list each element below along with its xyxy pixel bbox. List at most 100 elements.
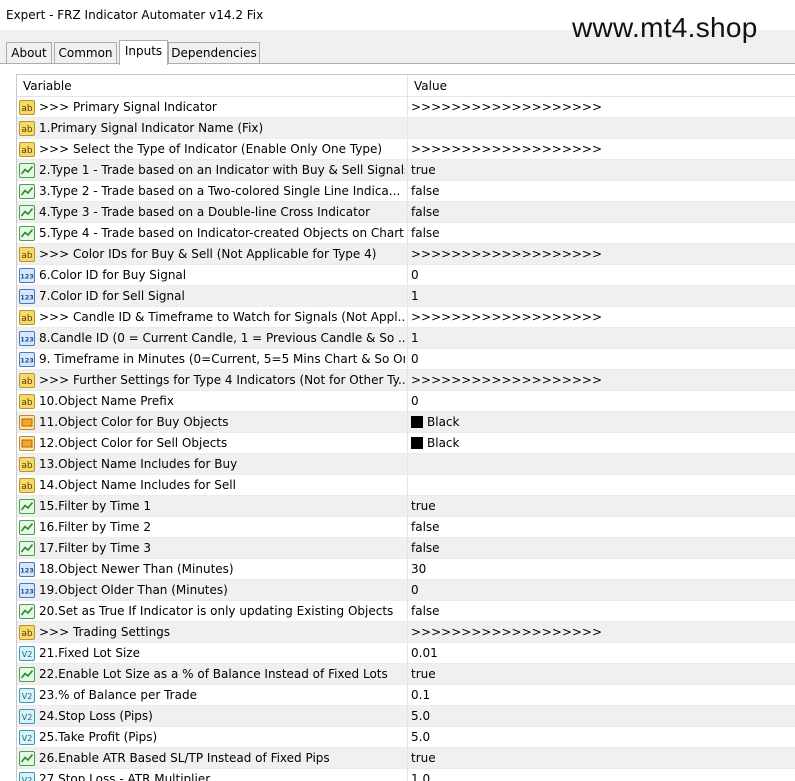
variable-value[interactable]: Black	[411, 436, 459, 450]
variable-value[interactable]: >>>>>>>>>>>>>>>>>>>	[411, 100, 602, 114]
table-row[interactable]: 123 7.Color ID for Sell Signal 1	[17, 286, 795, 307]
variable-name: 25.Take Profit (Pips)	[39, 730, 158, 744]
variable-value[interactable]: 0	[411, 352, 419, 366]
svg-text:ab: ab	[21, 377, 33, 387]
variable-name: 23.% of Balance per Trade	[39, 688, 197, 702]
table-row[interactable]: 26.Enable ATR Based SL/TP Instead of Fix…	[17, 748, 795, 769]
value-text: 1	[411, 289, 419, 303]
table-row[interactable]: 16.Filter by Time 2 false	[17, 517, 795, 538]
variable-value[interactable]: 0.1	[411, 688, 430, 702]
cell-divider	[407, 370, 408, 391]
variable-value[interactable]: 1	[411, 289, 419, 303]
table-row[interactable]: ab >>> Select the Type of Indicator (Enab…	[17, 139, 795, 160]
table-row[interactable]: V2 23.% of Balance per Trade 0.1	[17, 685, 795, 706]
table-row[interactable]: 123 8.Candle ID (0 = Current Candle, 1 = …	[17, 328, 795, 349]
value-text: 1	[411, 331, 419, 345]
variable-value[interactable]: 0	[411, 583, 419, 597]
table-row[interactable]: 123 6.Color ID for Buy Signal 0	[17, 265, 795, 286]
variable-value[interactable]: 1.0	[411, 772, 430, 781]
string-icon: ab	[19, 121, 35, 136]
variable-value[interactable]: 0.01	[411, 646, 438, 660]
variable-value[interactable]: false	[411, 604, 440, 618]
boolean-icon	[19, 184, 35, 199]
table-row[interactable]: 12.Object Color for Sell Objects Black	[17, 433, 795, 454]
variable-value[interactable]: >>>>>>>>>>>>>>>>>>>	[411, 247, 602, 261]
table-row[interactable]: 123 19.Object Older Than (Minutes) 0	[17, 580, 795, 601]
table-row[interactable]: ab >>> Candle ID & Timeframe to Watch for…	[17, 307, 795, 328]
table-row[interactable]: 4.Type 3 - Trade based on a Double-line …	[17, 202, 795, 223]
variable-value[interactable]: 5.0	[411, 709, 430, 723]
string-icon: ab	[19, 247, 35, 262]
value-text: 0.01	[411, 646, 438, 660]
table-row[interactable]: 17.Filter by Time 3 false	[17, 538, 795, 559]
cell-divider	[407, 496, 408, 517]
table-row[interactable]: ab 14.Object Name Includes for Sell	[17, 475, 795, 496]
table-row[interactable]: 2.Type 1 - Trade based on an Indicator w…	[17, 160, 795, 181]
variable-value[interactable]: true	[411, 163, 436, 177]
column-header-value[interactable]: Value	[414, 79, 447, 93]
tab-common[interactable]: Common	[54, 42, 117, 64]
variable-value[interactable]: Black	[411, 415, 459, 429]
variable-value[interactable]: false	[411, 520, 440, 534]
table-row[interactable]: 22.Enable Lot Size as a % of Balance Ins…	[17, 664, 795, 685]
table-row[interactable]: 3.Type 2 - Trade based on a Two-colored …	[17, 181, 795, 202]
tab-about[interactable]: About	[6, 42, 52, 64]
variable-value[interactable]: true	[411, 751, 436, 765]
table-row[interactable]: ab >>> Trading Settings >>>>>>>>>>>>>>>>>>…	[17, 622, 795, 643]
value-text: 0	[411, 268, 419, 282]
double-icon: V2	[19, 646, 35, 661]
color-swatch	[411, 437, 423, 449]
table-row[interactable]: 123 18.Object Newer Than (Minutes) 30	[17, 559, 795, 580]
column-divider[interactable]	[407, 75, 408, 97]
variable-value[interactable]: 0	[411, 268, 419, 282]
variable-value[interactable]: 5.0	[411, 730, 430, 744]
table-row[interactable]: ab >>> Primary Signal Indicator >>>>>>>>>>…	[17, 97, 795, 118]
variable-value[interactable]: >>>>>>>>>>>>>>>>>>>	[411, 625, 602, 639]
tab-dependencies[interactable]: Dependencies	[168, 42, 260, 64]
variable-value[interactable]: 30	[411, 562, 426, 576]
variable-value[interactable]: 0	[411, 394, 419, 408]
variable-name: 27.Stop Loss - ATR Multiplier	[39, 772, 211, 781]
table-row[interactable]: 20.Set as True If Indicator is only upda…	[17, 601, 795, 622]
color-icon	[19, 436, 35, 451]
variable-value[interactable]: >>>>>>>>>>>>>>>>>>>	[411, 142, 602, 156]
table-row[interactable]: V2 27.Stop Loss - ATR Multiplier 1.0	[17, 769, 795, 781]
double-icon: V2	[19, 730, 35, 745]
variable-value[interactable]: >>>>>>>>>>>>>>>>>>>	[411, 373, 602, 387]
variable-value[interactable]: false	[411, 226, 440, 240]
variable-value[interactable]: true	[411, 499, 436, 513]
table-row[interactable]: ab 13.Object Name Includes for Buy	[17, 454, 795, 475]
cell-divider	[407, 664, 408, 685]
variable-value[interactable]: >>>>>>>>>>>>>>>>>>>	[411, 310, 602, 324]
table-row[interactable]: V2 25.Take Profit (Pips) 5.0	[17, 727, 795, 748]
tab-inputs[interactable]: Inputs	[119, 40, 168, 65]
table-row[interactable]: ab 1.Primary Signal Indicator Name (Fix)	[17, 118, 795, 139]
variable-value[interactable]: true	[411, 667, 436, 681]
variable-name: >>> Further Settings for Type 4 Indicato…	[39, 373, 405, 387]
variable-value[interactable]: false	[411, 184, 440, 198]
table-row[interactable]: 15.Filter by Time 1 true	[17, 496, 795, 517]
table-row[interactable]: V2 24.Stop Loss (Pips) 5.0	[17, 706, 795, 727]
value-text: 0.1	[411, 688, 431, 702]
double-icon: V2	[19, 772, 35, 781]
svg-text:123: 123	[20, 336, 34, 344]
boolean-icon	[19, 751, 35, 766]
table-row[interactable]: ab 10.Object Name Prefix 0	[17, 391, 795, 412]
table-row[interactable]: V2 21.Fixed Lot Size 0.01	[17, 643, 795, 664]
variable-name: 1.Primary Signal Indicator Name (Fix)	[39, 121, 264, 135]
variable-value[interactable]: 1	[411, 331, 419, 345]
value-text: true	[411, 499, 436, 513]
table-row[interactable]: ab >>> Color IDs for Buy & Sell (Not Appl…	[17, 244, 795, 265]
table-row[interactable]: 123 9. Timeframe in Minutes (0=Current, 5…	[17, 349, 795, 370]
integer-icon: 123	[19, 268, 35, 283]
column-header-variable[interactable]: Variable	[23, 79, 72, 93]
table-row[interactable]: 11.Object Color for Buy Objects Black	[17, 412, 795, 433]
svg-text:ab: ab	[21, 461, 33, 471]
table-row[interactable]: ab >>> Further Settings for Type 4 Indica…	[17, 370, 795, 391]
table-row[interactable]: 5.Type 4 - Trade based on Indicator-crea…	[17, 223, 795, 244]
variable-value[interactable]: false	[411, 205, 440, 219]
cell-divider	[407, 475, 408, 496]
svg-text:ab: ab	[21, 251, 33, 261]
variable-value[interactable]: false	[411, 541, 440, 555]
cell-divider	[407, 244, 408, 265]
